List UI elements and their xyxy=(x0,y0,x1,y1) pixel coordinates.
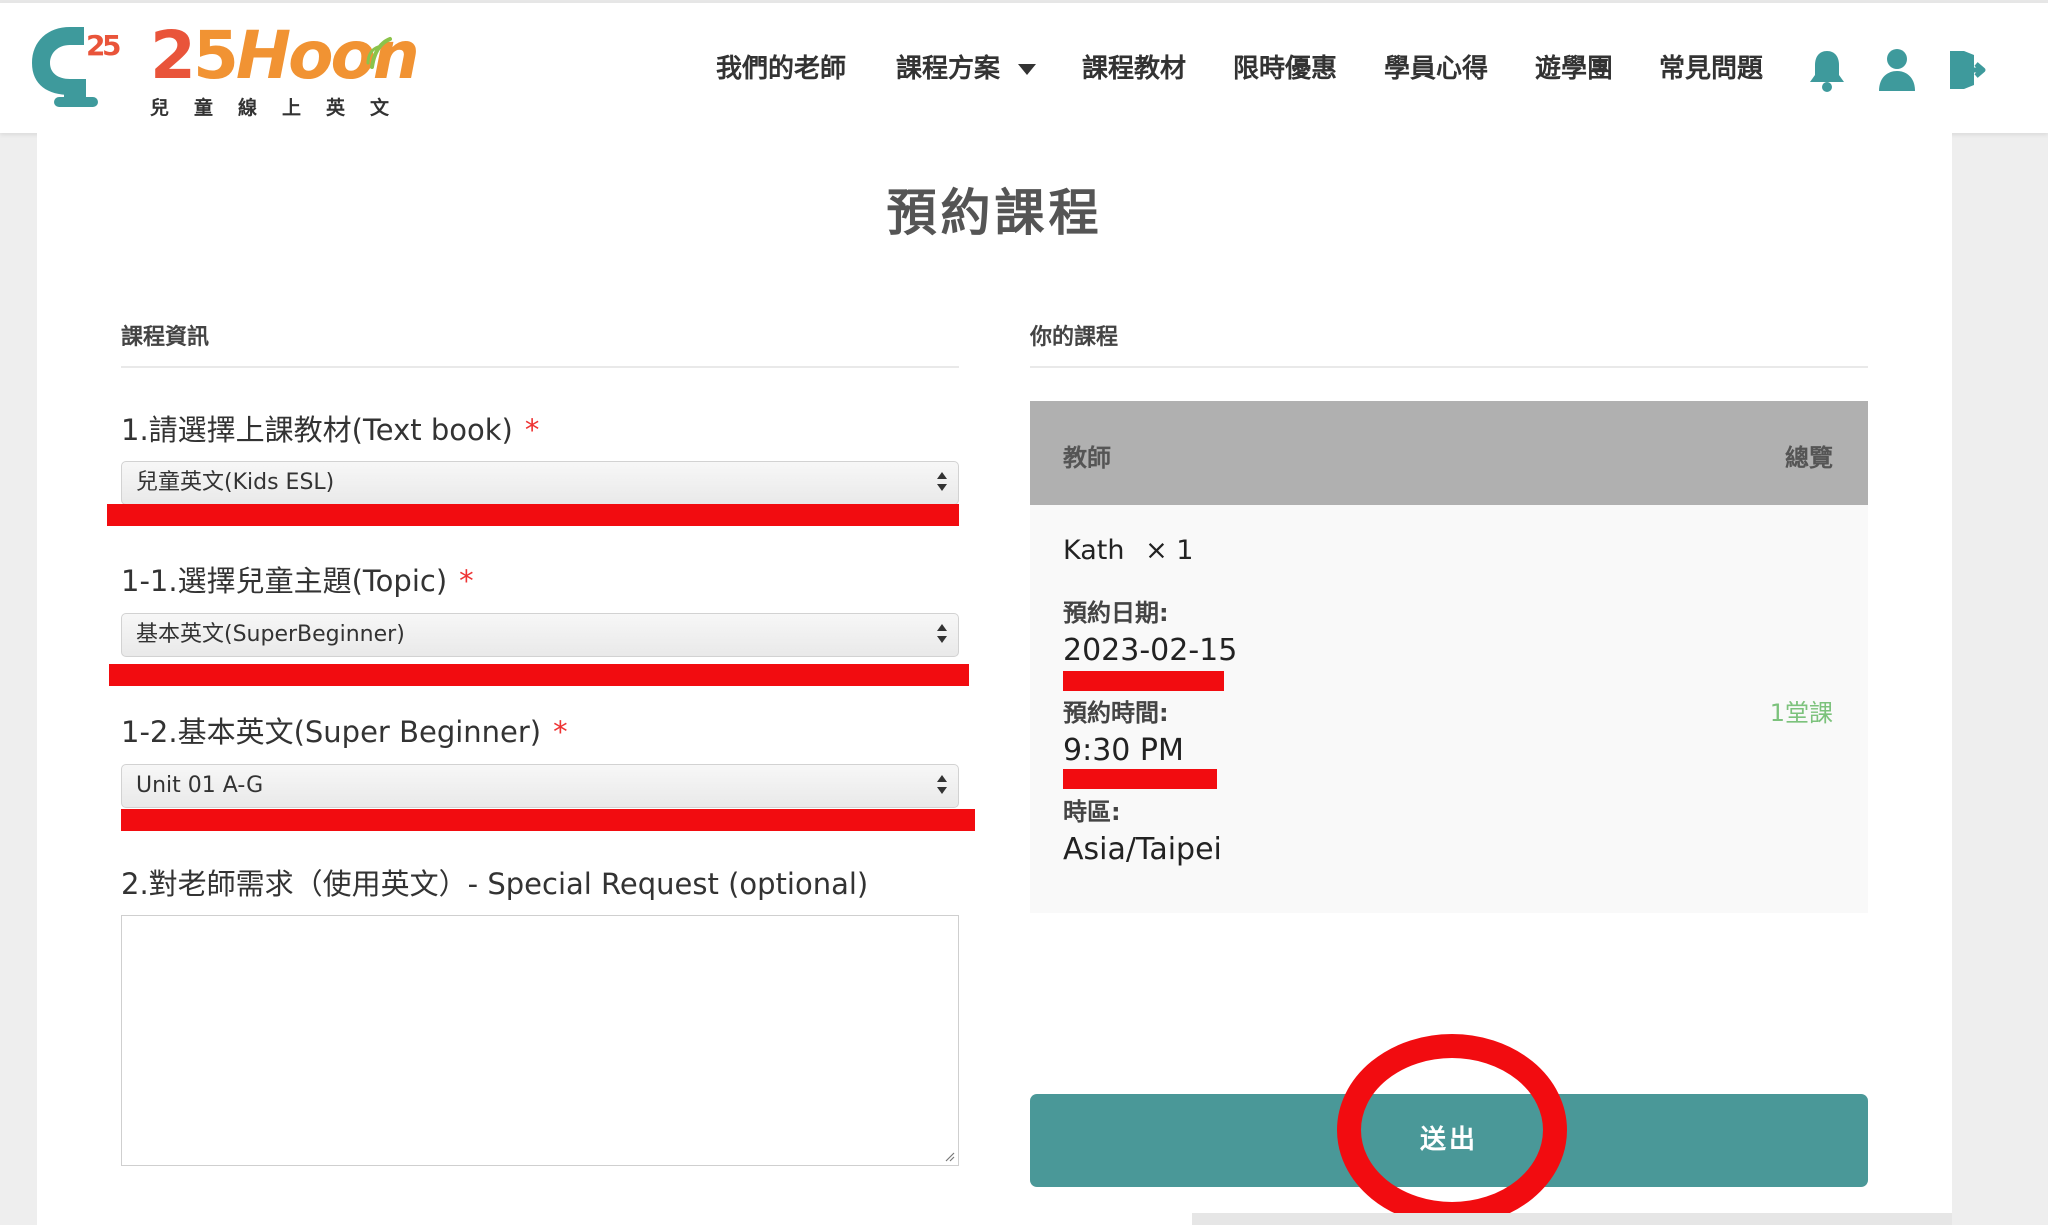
page-bottom-edge xyxy=(1192,1213,1952,1225)
timezone-value: Asia/Taipei xyxy=(1063,832,1222,867)
unit-label: 1-2.基本英文(Super Beginner) * xyxy=(121,709,568,751)
unit-select[interactable]: Unit 01 A-G xyxy=(121,764,959,808)
unit-label-text: 1-2.基本英文(Super Beginner) xyxy=(121,715,542,749)
logout-icon[interactable] xyxy=(1946,47,1988,93)
required-mark: * xyxy=(459,564,474,598)
user-icon[interactable] xyxy=(1876,47,1918,93)
red-circle-annotation xyxy=(1337,1034,1567,1225)
nav-faq[interactable]: 常見問題 xyxy=(1659,49,1763,89)
red-underline-annotation xyxy=(121,809,975,831)
timezone-label: 時區: xyxy=(1063,798,1121,826)
course-info-heading: 課程資訊 xyxy=(121,325,210,350)
topic-label-text: 1-1.選擇兒童主題(Topic) xyxy=(121,564,448,598)
red-underline-annotation xyxy=(1063,671,1224,691)
resize-grip-icon[interactable] xyxy=(943,1150,955,1162)
date-value: 2023-02-15 xyxy=(1063,633,1238,668)
unit-select-value: Unit 01 A-G xyxy=(136,773,264,798)
nav-materials[interactable]: 課程教材 xyxy=(1082,49,1186,89)
time-label: 預約時間: xyxy=(1063,699,1169,727)
lesson-quantity: × 1 xyxy=(1145,535,1194,566)
nav-teachers[interactable]: 我們的老師 xyxy=(716,49,846,89)
select-arrows-icon xyxy=(936,471,948,495)
monitor-25-icon[interactable]: 2 5 xyxy=(26,21,122,117)
teacher-line: Kath × 1 xyxy=(1063,535,1193,566)
textbook-label-text: 1.請選擇上課教材(Text book) xyxy=(121,413,513,447)
red-underline-annotation xyxy=(107,504,959,526)
divider xyxy=(1030,366,1868,368)
special-request-label: 2.對老師需求（使用英文）- Special Request (optional… xyxy=(121,867,869,901)
site-header: 2 5 25Hoon 兒童線上英文 我們的老師 課程方案 課程教材 限時優惠 學… xyxy=(0,3,2048,133)
teacher-column-header: 教師 xyxy=(1063,444,1111,472)
textbook-select-value: 兒童英文(Kids ESL) xyxy=(136,470,335,495)
red-underline-annotation xyxy=(1063,769,1217,789)
textbook-label: 1.請選擇上課教材(Text book) * xyxy=(121,407,539,449)
time-value: 9:30 PM xyxy=(1063,733,1184,768)
topic-select-value: 基本英文(SuperBeginner) xyxy=(136,622,405,647)
bell-icon[interactable] xyxy=(1806,47,1848,93)
course-table-header: 教師 總覽 xyxy=(1030,401,1868,505)
divider xyxy=(121,366,959,368)
date-label: 預約日期: xyxy=(1063,599,1169,627)
nav-plans-label: 課程方案 xyxy=(896,54,1001,84)
special-request-textarea[interactable] xyxy=(121,915,959,1166)
course-table-body: Kath × 1 預約日期: 2023-02-15 預約時間: 9:30 PM … xyxy=(1030,505,1868,913)
your-course-heading: 你的課程 xyxy=(1030,325,1119,350)
nav-offers[interactable]: 限時優惠 xyxy=(1233,49,1337,89)
select-arrows-icon xyxy=(936,623,948,647)
required-mark: * xyxy=(524,413,540,447)
overview-column-header: 總覽 xyxy=(1785,444,1833,472)
lesson-count: 1堂課 xyxy=(1769,699,1833,727)
select-arrows-icon xyxy=(936,774,948,798)
brand-tagline: 兒童線上英文 xyxy=(150,97,415,119)
nav-study-tour[interactable]: 遊學團 xyxy=(1535,49,1613,89)
svg-text:5: 5 xyxy=(102,29,121,62)
textbook-select[interactable]: 兒童英文(Kids ESL) xyxy=(121,461,959,505)
leaf-icon xyxy=(366,37,392,69)
red-underline-annotation xyxy=(109,664,969,686)
nav-plans[interactable]: 課程方案 xyxy=(896,49,1037,89)
page-title: 預約課程 xyxy=(886,184,1103,242)
teacher-name: Kath xyxy=(1063,535,1125,566)
chevron-down-icon xyxy=(1018,64,1037,75)
topic-label: 1-1.選擇兒童主題(Topic) * xyxy=(121,558,474,600)
required-mark: * xyxy=(553,715,568,749)
topic-select[interactable]: 基本英文(SuperBeginner) xyxy=(121,613,959,657)
nav-reviews[interactable]: 學員心得 xyxy=(1384,49,1488,89)
